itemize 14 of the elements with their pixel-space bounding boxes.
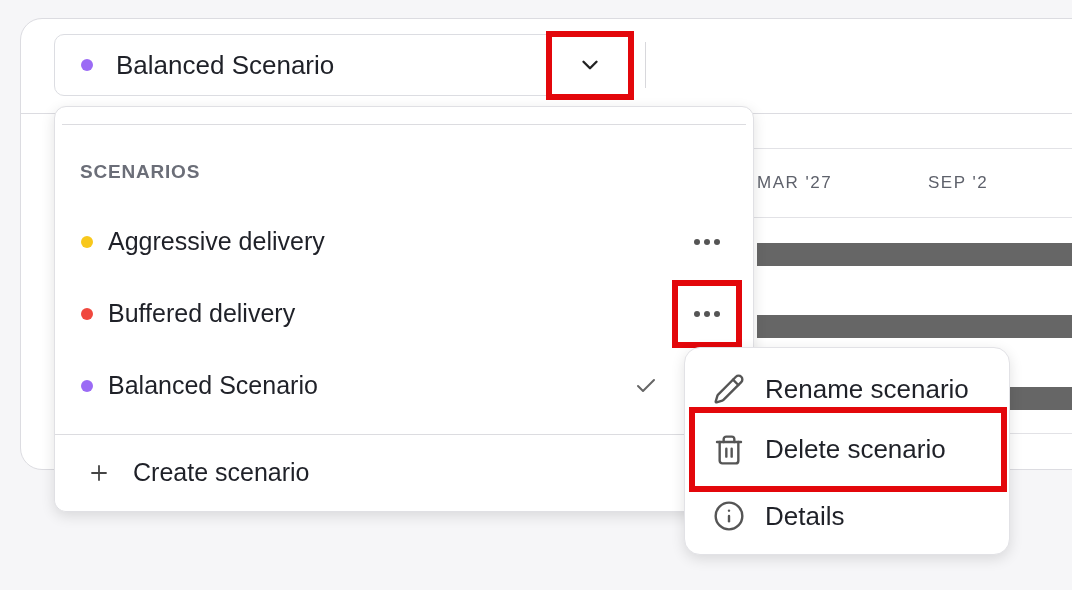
info-icon xyxy=(713,500,745,532)
scenario-item[interactable]: Buffered delivery xyxy=(108,299,672,329)
scenario-item[interactable]: Aggressive delivery xyxy=(108,227,672,257)
trash-icon xyxy=(713,433,745,466)
ellipsis-icon xyxy=(694,310,720,317)
column-header: MAR '27 xyxy=(757,173,834,193)
column-header: SEP '2 xyxy=(928,173,990,193)
caret-button[interactable] xyxy=(546,30,634,100)
scenario-name: Balanced Scenario xyxy=(116,49,336,81)
pencil-icon xyxy=(713,373,745,405)
menu-item[interactable]: Delete scenario xyxy=(689,407,1007,492)
scenario-item[interactable]: Balanced Scenario xyxy=(108,371,634,401)
ellipsis-icon xyxy=(694,238,720,245)
section-heading: SCENARIOS xyxy=(80,160,202,183)
